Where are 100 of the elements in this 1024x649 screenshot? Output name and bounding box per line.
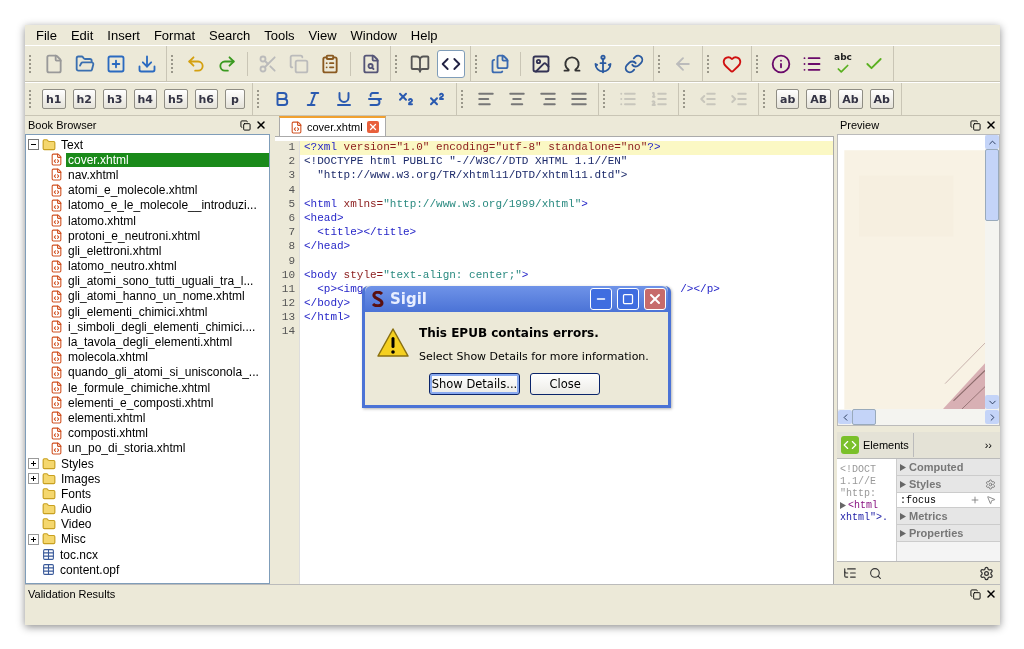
dialog-message: Select Show Details for more information. <box>419 350 650 363</box>
scrollbar-thumb[interactable] <box>852 409 876 425</box>
tree-item[interactable]: Misc <box>59 532 88 547</box>
editor-tab[interactable]: cover.xhtml <box>279 116 386 136</box>
menu-item[interactable]: Tools <box>257 25 302 45</box>
plus-icon <box>106 53 126 74</box>
menu-item[interactable]: File <box>29 25 64 45</box>
folder-icon <box>75 53 95 74</box>
line-number: 12 <box>280 297 296 312</box>
settings-icon[interactable] <box>979 565 994 581</box>
format-button[interactable]: AB <box>806 89 832 109</box>
float-icon[interactable] <box>970 588 981 600</box>
scroll-left-icon[interactable] <box>838 410 852 424</box>
tree-item[interactable]: elementi_e_composti.xhtml <box>66 395 216 410</box>
document-icon <box>50 259 63 273</box>
tree-item[interactable]: latomo_neutro.xhtml <box>66 259 179 274</box>
document-icon <box>50 198 63 212</box>
expand-icon[interactable] <box>28 473 39 485</box>
float-icon[interactable] <box>240 119 251 131</box>
menu-item[interactable]: Help <box>403 25 445 45</box>
menu-item[interactable]: View <box>301 25 344 45</box>
redo-icon <box>217 53 237 74</box>
tree-item[interactable]: atomi_e_molecole.xhtml <box>66 183 200 198</box>
tree-item[interactable]: molecola.xhtml <box>66 350 151 365</box>
line-number: 8 <box>287 240 296 255</box>
scroll-down-icon[interactable] <box>985 395 999 409</box>
line-number: 14 <box>280 325 296 340</box>
format-button[interactable]: Ab <box>869 89 894 109</box>
tree-item[interactable]: Fonts <box>59 486 93 501</box>
line-number: 4 <box>287 183 296 198</box>
line-number: 2 <box>287 155 296 170</box>
document-icon <box>50 335 63 349</box>
format-button[interactable]: h4 <box>133 89 157 109</box>
tree-item[interactable]: latomo_e_le_molecole__introduzi... <box>66 198 259 213</box>
dialog-button[interactable]: Show Details... <box>428 373 521 395</box>
tree-item[interactable]: Text <box>59 137 85 152</box>
code-text: > <box>521 268 529 281</box>
format-button[interactable]: h6 <box>194 89 218 109</box>
float-icon[interactable] <box>970 119 981 131</box>
tree-item[interactable]: Styles <box>59 456 96 471</box>
tree-item[interactable]: toc.ncx <box>58 547 100 562</box>
code-text: <!DOCT <box>840 463 876 475</box>
tree-item[interactable]: la_tavola_degli_elementi.xhtml <box>66 335 235 350</box>
tree-item[interactable]: cover.xhtml <box>66 152 269 167</box>
close-button[interactable] <box>644 288 666 310</box>
code-text: "http://www.w3.org/TR/xhtml11/DTD/xhtml11.dtd"> <box>316 169 628 182</box>
maximize-button[interactable] <box>617 288 639 310</box>
tree-item[interactable]: i_simboli_degli_elementi_chimici.... <box>66 319 258 334</box>
tree-item[interactable]: latomo.xhtml <box>66 213 139 228</box>
document-icon <box>50 229 63 243</box>
plus-icon[interactable] <box>970 495 980 505</box>
line-number: 7 <box>287 226 296 241</box>
align-left-icon <box>477 90 495 108</box>
pointer-icon[interactable] <box>986 495 996 505</box>
close-icon[interactable] <box>985 119 997 131</box>
inspector-tab[interactable]: Elements <box>837 433 914 457</box>
tree-item[interactable]: composti.xhtml <box>66 426 151 441</box>
menu-item[interactable]: Edit <box>63 25 101 45</box>
superscript-icon <box>428 90 446 108</box>
format-button[interactable]: ab <box>776 89 800 109</box>
expand-icon[interactable] <box>28 458 39 470</box>
menu-item[interactable]: Insert <box>100 25 147 45</box>
format-button[interactable]: p <box>225 89 245 109</box>
close-icon[interactable] <box>985 588 997 600</box>
minimize-button[interactable] <box>590 288 612 310</box>
search-icon[interactable] <box>869 566 882 580</box>
scroll-right-icon[interactable] <box>985 410 999 424</box>
tree-item[interactable]: quando_gli_atomi_si_unisconola_... <box>66 365 261 380</box>
menu-item[interactable]: Window <box>343 25 404 45</box>
dialog-button[interactable]: Close <box>530 373 601 395</box>
collapse-icon[interactable] <box>28 139 39 151</box>
tree-item[interactable]: gli_atomi_hanno_un_nome.xhtml <box>66 289 247 304</box>
toolbar-button[interactable] <box>437 49 465 78</box>
menu-item[interactable]: Format <box>146 25 203 45</box>
format-button[interactable]: h2 <box>72 89 96 109</box>
tree-item[interactable]: gli_elettroni.xhtml <box>66 243 164 258</box>
more-button[interactable]: ›› <box>984 439 1000 451</box>
tree-item[interactable]: nav.xhtml <box>66 167 121 182</box>
document-icon <box>50 183 63 197</box>
panel-title: Validation Results <box>28 588 117 600</box>
expand-icon[interactable] <box>28 533 39 545</box>
console-icon[interactable] <box>843 566 857 580</box>
tree-item[interactable]: content.opf <box>58 562 122 577</box>
tree-item[interactable]: gli_elementi_chimici.xhtml <box>66 304 210 319</box>
tree-item[interactable]: protoni_e_neutroni.xhtml <box>66 228 203 243</box>
menu-item[interactable]: Search <box>202 25 258 45</box>
tree-item[interactable]: le_formule_chimiche.xhtml <box>66 380 213 395</box>
close-icon[interactable] <box>255 119 267 131</box>
tree-item[interactable]: un_po_di_storia.xhtml <box>66 441 188 456</box>
format-button[interactable]: Ab <box>838 89 863 109</box>
tree-item[interactable]: Video <box>59 517 94 532</box>
format-button[interactable]: h5 <box>164 89 188 109</box>
tree-item[interactable]: Audio <box>59 502 94 517</box>
tree-item[interactable]: gli_atomi_sono_tutti_uguali_tra_l... <box>66 274 256 289</box>
tree-item[interactable]: Images <box>59 471 103 486</box>
spellcheck-button[interactable]: abc <box>829 49 857 78</box>
scrollbar-thumb[interactable] <box>985 149 999 221</box>
tree-item[interactable]: elementi.xhtml <box>66 410 148 425</box>
format-button[interactable]: h3 <box>103 89 127 109</box>
format-button[interactable]: h1 <box>42 89 66 109</box>
